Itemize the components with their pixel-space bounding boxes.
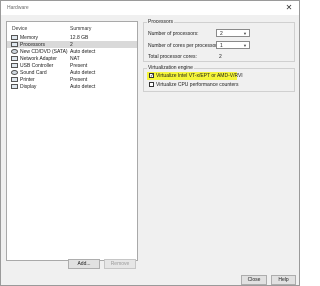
device-row-network-adapter[interactable]: Network Adapter NAT	[7, 55, 137, 62]
device-column-header[interactable]: Device	[12, 26, 27, 32]
device-name: Display	[20, 84, 37, 90]
printer-icon	[11, 77, 18, 82]
processors-group: Processors Number of processors: 2 ▼ Num…	[143, 19, 295, 62]
device-row-new-cd-dvd-sata[interactable]: New CD/DVD (SATA) Auto detect	[7, 48, 137, 55]
device-list: Device Summary Memory 12.8 GB Processors 2 N…	[6, 21, 138, 261]
chevron-down-icon: ▼	[243, 43, 247, 48]
total-cores-label: Total processor cores:	[148, 54, 197, 60]
device-summary: Auto detect	[70, 84, 96, 90]
close-button[interactable]: Close	[241, 275, 267, 285]
device-row-usb-controller[interactable]: USB Controller Present	[7, 62, 137, 69]
device-row-display[interactable]: Display Auto detect	[7, 83, 137, 90]
virtualize-perf-counters-checkbox[interactable]	[149, 82, 154, 87]
add-device-button[interactable]: Add...	[68, 259, 100, 269]
help-button[interactable]: Help	[271, 275, 296, 285]
processors-group-title: Processors	[147, 19, 175, 25]
hardware-window: Hardware ✕ Device Summary Memory 12.8 GB P…	[0, 0, 300, 286]
cd-dvd-icon	[11, 49, 18, 54]
cores-per-processor-label: Number of cores per processor:	[148, 43, 219, 49]
cores-per-processor-select[interactable]: 1 ▼	[216, 41, 250, 49]
virtualization-group: Virtualization engine ✓ Virtualize Intel…	[143, 65, 295, 92]
processor-icon	[11, 42, 18, 47]
cores-per-processor-value: 1	[220, 43, 223, 49]
virtualize-vtx-checkbox[interactable]: ✓	[149, 73, 154, 79]
remove-device-button[interactable]: Remove	[104, 259, 136, 269]
device-row-printer[interactable]: Printer Present	[7, 76, 137, 83]
num-processors-select[interactable]: 2 ▼	[216, 29, 250, 37]
display-icon	[11, 84, 18, 89]
num-processors-label: Number of processors:	[148, 31, 199, 37]
device-row-memory[interactable]: Memory 12.8 GB	[7, 34, 137, 41]
summary-column-header[interactable]: Summary	[70, 26, 91, 32]
memory-icon	[11, 35, 18, 40]
network-adapter-icon	[11, 56, 18, 61]
total-cores-value: 2	[219, 54, 222, 60]
device-row-sound-card[interactable]: Sound Card Auto detect	[7, 69, 137, 76]
sound-card-icon	[11, 70, 18, 75]
device-row-processors[interactable]: Processors 2	[7, 41, 137, 48]
title-bar: Hardware ✕	[1, 1, 299, 15]
window-title: Hardware	[7, 5, 29, 11]
num-processors-value: 2	[220, 31, 223, 37]
usb-icon	[11, 63, 18, 68]
close-window-icon[interactable]: ✕	[284, 3, 294, 13]
virtualize-perf-counters-label[interactable]: Virtualize CPU performance counters	[156, 82, 238, 88]
virtualize-vtx-label[interactable]: Virtualize Intel VT-x/EPT or AMD-V/RVI	[156, 73, 243, 79]
chevron-down-icon: ▼	[243, 31, 247, 36]
virtualization-group-title: Virtualization engine	[147, 65, 194, 71]
